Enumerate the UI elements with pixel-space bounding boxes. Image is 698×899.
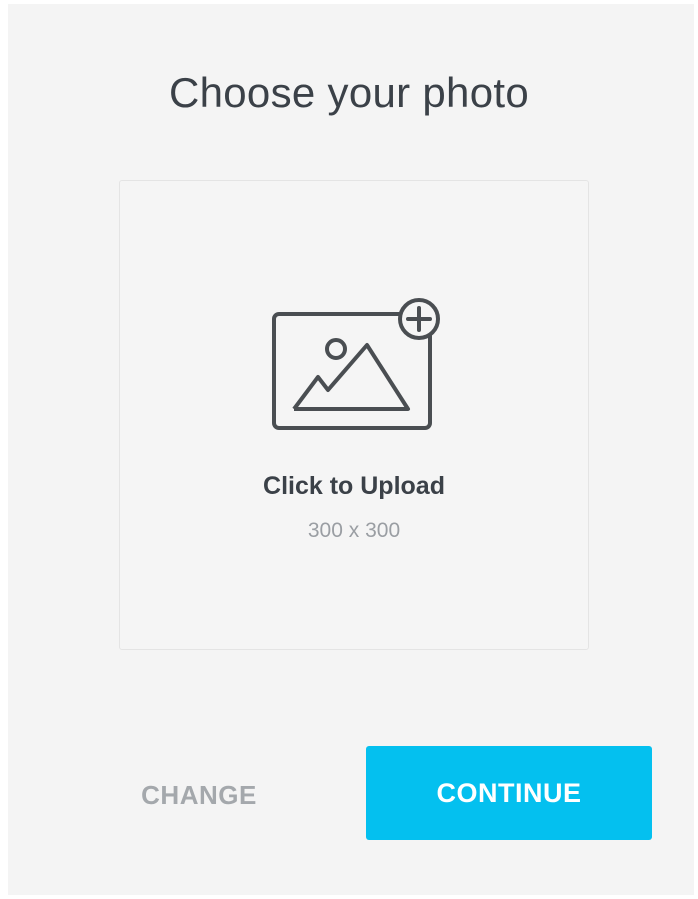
page-title: Choose your photo — [168, 69, 529, 116]
change-button[interactable]: CHANGE — [124, 770, 274, 820]
upload-size-hint: 300 x 300 — [307, 519, 401, 542]
image-add-icon — [272, 298, 440, 430]
upload-dropzone[interactable]: Click to Upload 300 x 300 — [119, 180, 589, 650]
upload-label: Click to Upload — [263, 472, 445, 500]
continue-button[interactable]: CONTINUE — [366, 746, 652, 840]
